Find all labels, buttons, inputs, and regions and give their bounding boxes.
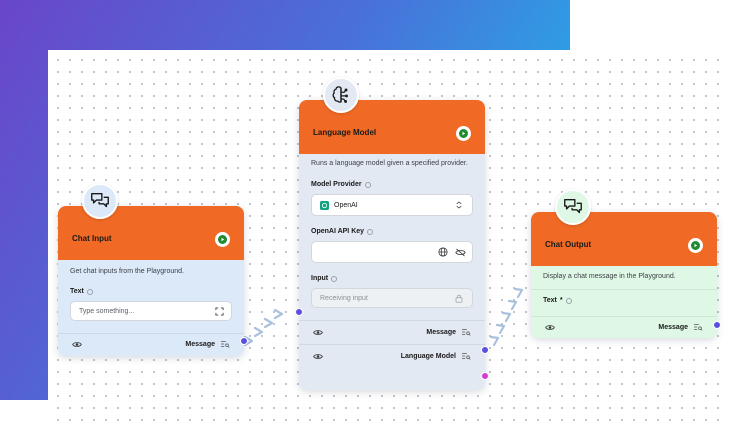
model-provider-select[interactable]: OpenAI [311,194,473,216]
model-provider-value: OpenAI [334,201,358,209]
api-key-input[interactable] [311,241,473,263]
output-model-label: Language Model [400,352,456,360]
output-label: Message [658,323,688,331]
globe-icon[interactable] [438,247,448,257]
chevron-updown-icon [456,201,462,209]
field-label: Input [311,275,473,282]
run-button[interactable] [215,232,230,247]
language-model-node[interactable]: Language Model Runs a language model giv… [295,100,489,390]
chat-output-node[interactable]: Chat Output Display a chat message in th… [531,212,721,338]
input-label: Input [311,275,329,282]
text-label: Text [543,297,557,304]
openai-icon [320,200,329,210]
text-input-placeholder: Type something... [79,307,135,315]
edge-chatinput-to-model [243,308,284,347]
play-icon [459,129,468,138]
list-search-icon [462,353,471,360]
node-header: Chat Input [58,206,244,260]
play-icon [218,235,227,244]
node-header: Language Model [299,100,485,154]
info-icon [565,297,572,304]
eye-icon[interactable] [545,324,555,331]
field-label: Text [70,288,232,295]
model-provider-label: Model Provider [311,181,362,188]
eye-off-icon[interactable] [455,248,466,257]
list-search-icon [462,329,471,336]
api-key-label: OpenAI API Key [311,228,365,235]
output-label: Message [185,340,215,348]
input-port[interactable] [295,308,303,316]
node-description: Display a chat message in the Playground… [543,273,676,280]
language-model-icon-badge [323,77,359,113]
run-button[interactable] [688,238,703,253]
node-title: Chat Output [545,240,592,249]
run-button[interactable] [456,126,471,141]
chat-bubbles-icon [564,198,582,214]
eye-icon[interactable] [72,341,82,348]
node-title: Language Model [313,128,377,137]
node-header: Chat Output [531,212,717,266]
chat-bubbles-icon [91,192,109,208]
output-message-label: Message [426,328,456,336]
brain-icon [332,86,348,103]
text-input[interactable]: Type something... [70,301,232,321]
node-description: Get chat inputs from the Playground. [70,268,185,275]
input-placeholder: Receiving input [320,294,368,302]
info-icon [367,228,374,235]
chat-output-icon-badge [555,189,591,225]
chat-input-node[interactable]: Chat Input Get chat inputs from the Play… [58,206,248,356]
message-output-port[interactable] [713,321,721,329]
play-icon [691,241,700,250]
eye-icon[interactable] [313,329,323,336]
node-description: Runs a language model given a specified … [311,160,468,167]
node-title: Chat Input [72,234,112,243]
field-label: Model Provider [311,181,473,188]
info-icon [86,288,93,295]
message-output-port[interactable] [481,346,489,354]
fullscreen-icon[interactable] [215,306,224,316]
field-label: Text * [543,297,705,304]
landing-hero: Chat Input Get chat inputs from the Play… [0,0,729,429]
info-icon [331,275,338,282]
text-label: Text [70,288,84,295]
lock-icon [455,294,463,303]
info-icon [364,181,371,188]
language-model-output-port[interactable] [481,372,489,380]
edge-model-to-chatoutput [489,287,524,347]
field-label: OpenAI API Key [311,228,473,235]
message-output-port[interactable] [240,337,248,345]
input-field-disabled: Receiving input [311,288,473,308]
list-search-icon [221,341,230,348]
chat-input-icon-badge [82,183,118,219]
list-search-icon [694,324,703,331]
eye-icon[interactable] [313,353,323,360]
required-mark: * [559,297,563,304]
